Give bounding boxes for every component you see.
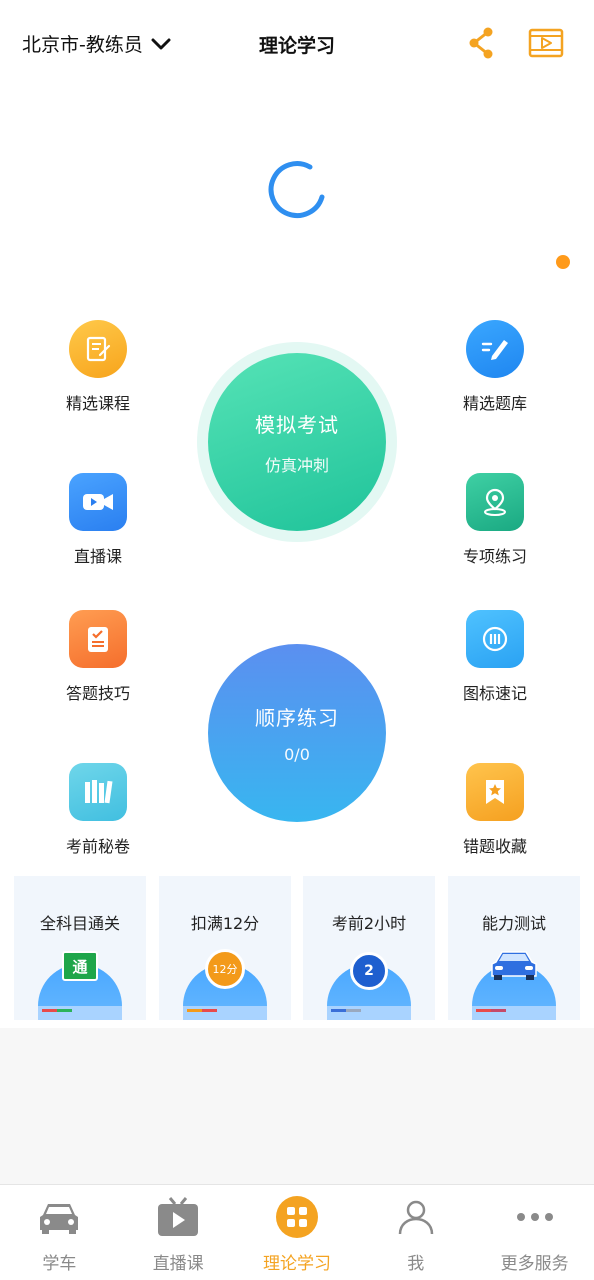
item-wrong-favorites[interactable]: 错题收藏 <box>425 763 565 857</box>
card-label: 能力测试 <box>481 914 546 933</box>
tab-label: 更多服务 <box>500 1254 569 1274</box>
item-label: 图标速记 <box>462 684 527 703</box>
card-ability-test[interactable]: 能力测试 <box>448 876 580 1020</box>
person-icon <box>392 1193 440 1241</box>
car-icon <box>491 951 537 980</box>
tab-me[interactable]: 我 <box>356 1185 475 1280</box>
bottom-tab-bar: 学车 直播课 理论学习 我 更多服务 <box>0 1184 594 1280</box>
card-2-hours[interactable]: 考前2小时 2 <box>303 876 435 1020</box>
item-label: 直播课 <box>73 547 122 566</box>
notebook-icon <box>69 320 127 378</box>
tab-theory-study[interactable]: 理论学习 <box>238 1185 357 1280</box>
item-label: 精选课程 <box>65 394 130 413</box>
bookmark-star-icon <box>466 763 524 821</box>
item-label: 专项练习 <box>462 547 527 566</box>
card-stripe <box>331 1009 361 1012</box>
indicator-dot <box>556 255 570 269</box>
sequence-practice-button[interactable]: 顺序练习 0/0 <box>208 644 386 822</box>
books-icon <box>69 763 127 821</box>
item-live-course[interactable]: 直播课 <box>28 473 168 567</box>
grid-icon <box>273 1193 321 1241</box>
sequence-practice-progress: 0/0 <box>284 745 310 764</box>
score-badge: 12分 <box>205 949 245 989</box>
pass-badge: 通 <box>62 951 98 981</box>
sequence-practice-title: 顺序练习 <box>255 706 339 730</box>
mock-exam-button[interactable]: 模拟考试 仿真冲刺 <box>208 353 386 531</box>
mock-exam-subtitle: 仿真冲刺 <box>264 455 329 475</box>
tab-label: 直播课 <box>152 1254 204 1274</box>
page-title: 理论学习 <box>258 35 335 57</box>
item-sign-memory[interactable]: 图标速记 <box>425 610 565 704</box>
item-answer-tips[interactable]: 答题技巧 <box>28 610 168 704</box>
item-label: 精选题库 <box>462 394 527 413</box>
tv-play-icon <box>154 1193 202 1241</box>
loading-spinner-icon <box>268 161 325 219</box>
card-stripe <box>476 1009 506 1012</box>
tab-more-services[interactable]: 更多服务 <box>475 1185 594 1280</box>
item-question-bank[interactable]: 精选题库 <box>425 320 565 414</box>
location-pin-icon <box>466 473 524 531</box>
card-all-subjects[interactable]: 全科目通关 通 <box>14 876 146 1020</box>
sign-icon <box>466 610 524 668</box>
camera-icon <box>69 473 127 531</box>
item-special-practice[interactable]: 专项练习 <box>425 473 565 567</box>
tab-label: 我 <box>407 1254 425 1274</box>
pencil-icon <box>466 320 524 378</box>
tab-live-course[interactable]: 直播课 <box>119 1185 238 1280</box>
more-dots-icon <box>511 1193 559 1241</box>
card-stripe <box>42 1009 72 1012</box>
card-deduct-12[interactable]: 扣满12分 12分 <box>159 876 291 1020</box>
empty-area <box>0 1028 594 1184</box>
item-pre-exam-papers[interactable]: 考前秘卷 <box>28 763 168 857</box>
header: 北京市-教练员 理论学习 <box>0 0 594 90</box>
card-label: 全科目通关 <box>39 914 120 933</box>
clipboard-icon <box>69 610 127 668</box>
share-icon[interactable] <box>466 26 496 60</box>
item-selected-courses[interactable]: 精选课程 <box>28 320 168 414</box>
tab-learn-driving[interactable]: 学车 <box>0 1185 119 1280</box>
item-label: 错题收藏 <box>462 837 527 856</box>
stopwatch-icon: 2 <box>350 952 388 990</box>
item-label: 答题技巧 <box>65 684 130 703</box>
card-stripe <box>187 1009 217 1012</box>
video-icon[interactable] <box>528 27 564 59</box>
card-label: 扣满12分 <box>190 914 260 933</box>
mock-exam-title: 模拟考试 <box>255 412 339 437</box>
tab-label: 理论学习 <box>262 1254 331 1274</box>
car-icon <box>35 1193 83 1241</box>
item-label: 考前秘卷 <box>65 837 130 856</box>
card-label: 考前2小时 <box>331 914 407 933</box>
tab-label: 学车 <box>42 1254 77 1274</box>
